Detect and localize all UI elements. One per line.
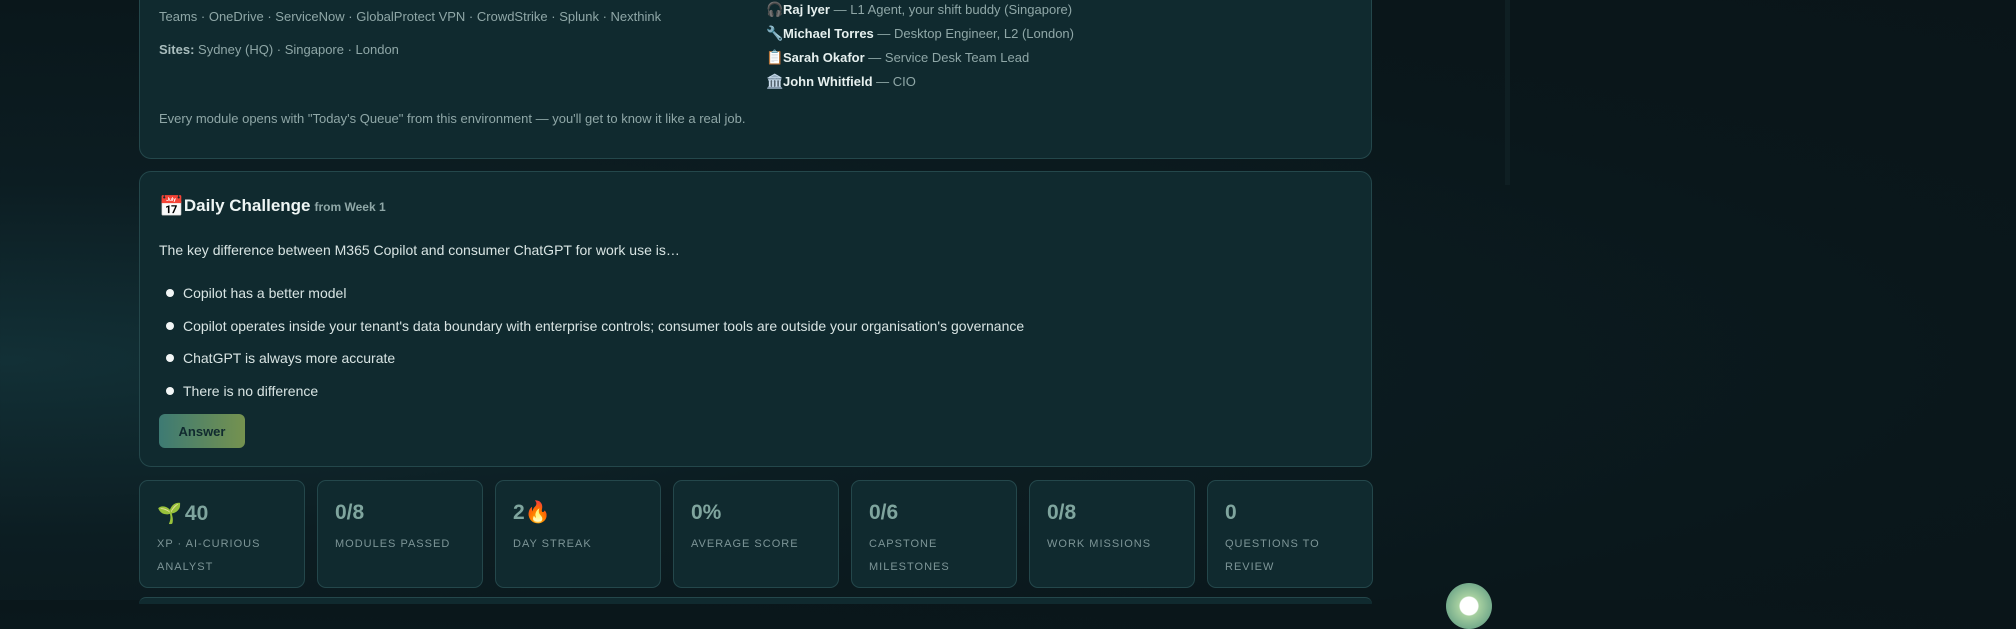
person-role: — Desktop Engineer, L2 (London) [877, 26, 1074, 41]
person-john: 🏛️John Whitfield — CIO [766, 73, 916, 93]
radio-dot-icon [166, 387, 174, 395]
challenge-heading: 📅Daily Challenge from Week 1 [159, 194, 386, 219]
sites-label: Sites: [159, 42, 195, 57]
stat-label: WORK MISSIONS [1047, 538, 1152, 550]
stat-number: 40 [184, 502, 209, 525]
challenge-question: The key difference between M365 Copilot … [159, 242, 680, 258]
seedling-icon: 🌱 [157, 503, 182, 525]
next-panel-edge [139, 597, 1372, 604]
option-label: There is no difference [183, 383, 319, 399]
stat-label: CAPSTONE MILESTONES [869, 538, 950, 573]
stat-value: 0/8 [1047, 501, 1077, 524]
wrench-icon: 🔧 [766, 25, 784, 41]
challenge-option[interactable]: ChatGPT is always more accurate [166, 350, 395, 366]
stat-value: 2🔥 [513, 501, 551, 524]
challenge-title: Daily Challenge [183, 196, 311, 215]
person-michael: 🔧Michael Torres — Desktop Engineer, L2 (… [766, 25, 1074, 45]
radio-dot-icon [166, 322, 174, 330]
building-icon: 🏛️ [766, 73, 784, 89]
stat-label: MODULES PASSED [335, 538, 451, 550]
tools-list: Teams · OneDrive · ServiceNow · GlobalPr… [159, 9, 662, 24]
challenge-option[interactable]: There is no difference [166, 383, 318, 399]
stat-value: 0 [1225, 501, 1237, 524]
person-sarah: 📋Sarah Okafor — Service Desk Team Lead [766, 49, 1029, 69]
stat-label: DAY STREAK [513, 538, 592, 550]
option-label: Copilot has a better model [183, 285, 347, 301]
answer-button[interactable]: Answer [159, 414, 245, 448]
stat-label: AVERAGE SCORE [691, 538, 799, 550]
stat-capstone-milestones: 0/6 CAPSTONE MILESTONES [851, 480, 1017, 588]
stat-label: XP · AI-CURIOUS ANALYST [157, 538, 261, 573]
clipboard-icon: 📋 [766, 49, 784, 65]
person-name: Raj Iyer [783, 2, 830, 17]
environment-panel: Teams · OneDrive · ServiceNow · GlobalPr… [139, 0, 1372, 159]
scrollbar[interactable] [1505, 0, 1510, 185]
stat-work-missions: 0/8 WORK MISSIONS [1029, 480, 1195, 588]
radio-dot-icon [166, 354, 174, 362]
stat-value: 0/8 [335, 501, 365, 524]
person-name: John Whitfield [783, 74, 873, 89]
environment-note: Every module opens with "Today's Queue" … [159, 111, 746, 126]
calendar-icon: 📅 [159, 196, 184, 218]
daily-challenge-panel: 📅Daily Challenge from Week 1 The key diff… [139, 171, 1372, 467]
stat-questions-to-review: 0 QUESTIONS TO REVIEW [1207, 480, 1373, 588]
stat-value: 🌱 40 [157, 501, 208, 526]
stat-day-streak: 2🔥 DAY STREAK [495, 480, 661, 588]
person-name: Michael Torres [783, 26, 874, 41]
radio-dot-icon [166, 289, 174, 297]
sites-value: Sydney (HQ) · Singapore · London [198, 42, 399, 57]
person-raj: 🎧Raj Iyer — L1 Agent, your shift buddy (… [766, 1, 1072, 21]
stat-xp: 🌱 40 XP · AI-CURIOUS ANALYST [139, 480, 305, 588]
person-role: — Service Desk Team Lead [868, 50, 1030, 65]
stat-value: 0% [691, 501, 722, 524]
stat-average-score: 0% AVERAGE SCORE [673, 480, 839, 588]
stat-modules-passed: 0/8 MODULES PASSED [317, 480, 483, 588]
option-label: Copilot operates inside your tenant's da… [183, 318, 1025, 334]
challenge-week: from Week 1 [314, 200, 386, 214]
person-role: — CIO [876, 74, 916, 89]
assistant-fab-button[interactable] [1446, 583, 1492, 629]
option-label: ChatGPT is always more accurate [183, 350, 396, 366]
headset-icon: 🎧 [766, 1, 784, 17]
challenge-option[interactable]: Copilot has a better model [166, 285, 346, 301]
stat-value: 0/6 [869, 501, 899, 524]
person-role: — L1 Agent, your shift buddy (Singapore) [833, 2, 1073, 17]
stat-label: QUESTIONS TO REVIEW [1225, 538, 1320, 573]
person-name: Sarah Okafor [783, 50, 865, 65]
sites-line: Sites: Sydney (HQ) · Singapore · London [159, 42, 399, 57]
challenge-option[interactable]: Copilot operates inside your tenant's da… [166, 318, 1024, 334]
